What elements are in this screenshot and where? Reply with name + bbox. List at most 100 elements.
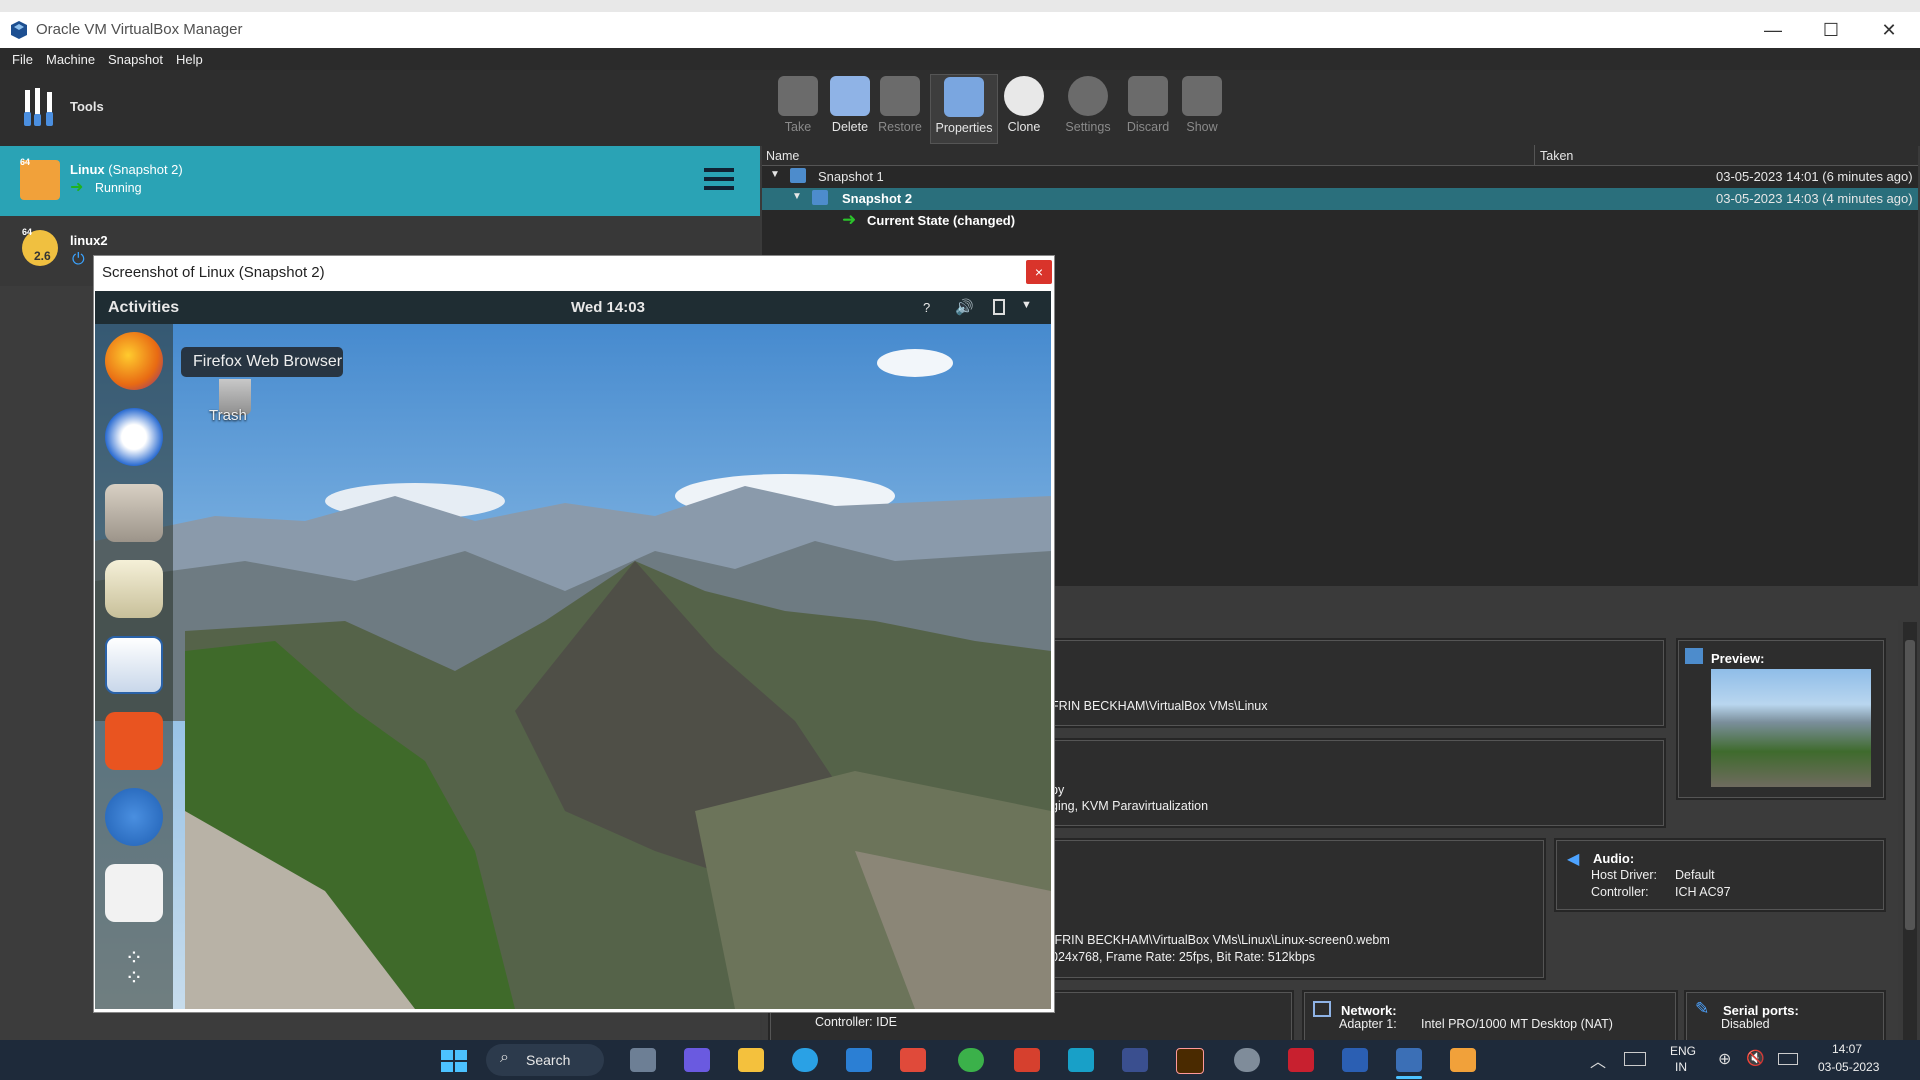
tools-item[interactable]: Tools — [0, 70, 760, 146]
discard-button[interactable]: Discard — [1120, 74, 1176, 142]
ubuntu-dock: ⁘ ⁘ — [95, 324, 173, 1009]
guest-volume-icon[interactable]: 🔊 — [955, 298, 974, 316]
dialog-title: Screenshot of Linux (Snapshot 2) — [102, 264, 325, 281]
app-icon[interactable] — [1014, 1048, 1040, 1072]
properties-button[interactable]: Properties — [930, 74, 998, 144]
arrow-down-icon — [1128, 76, 1168, 116]
guest-clock[interactable]: Wed 14:03 — [571, 299, 645, 316]
close-button[interactable]: ✕ — [1860, 12, 1918, 48]
settings-gear-icon[interactable] — [1234, 1048, 1260, 1072]
vm2-badge: 64 — [22, 227, 33, 237]
vm-taskbar-icon[interactable] — [1450, 1048, 1476, 1072]
collapse-icon[interactable]: ▼ — [792, 191, 802, 202]
column-name[interactable]: Name — [766, 149, 799, 163]
word-icon[interactable] — [1342, 1048, 1368, 1072]
show-button[interactable]: Show — [1174, 74, 1230, 142]
collapse-icon[interactable]: ▼ — [770, 169, 780, 180]
guest-help-icon[interactable]: ? — [923, 300, 930, 315]
teams-icon[interactable] — [684, 1048, 710, 1072]
snapshot-tree-header: Name Taken — [762, 145, 1918, 166]
recording-file: IFRIN BECKHAM\VirtualBox VMs\Linux\Linux… — [1051, 933, 1390, 947]
keyboard-icon[interactable] — [1624, 1052, 1646, 1066]
windows-start-icon[interactable] — [441, 1050, 467, 1072]
audio-host-label: Host Driver: — [1591, 868, 1657, 882]
details-scrollbar[interactable] — [1903, 622, 1917, 1040]
remote-desktop-icon[interactable] — [1068, 1048, 1094, 1072]
audio-host-value: Default — [1675, 868, 1715, 882]
software-center-icon[interactable] — [105, 712, 163, 770]
snapshot-row[interactable]: ▼ Snapshot 1 03-05-2023 14:01 (6 minutes… — [762, 166, 1918, 188]
vm-item-linux[interactable]: 64 Linux (Snapshot 2) ➜ Running — [0, 146, 760, 216]
maximize-button[interactable]: ☐ — [1802, 12, 1860, 48]
snapshot-taken: 03-05-2023 14:03 (4 minutes ago) — [1716, 191, 1913, 206]
rhythmbox-icon[interactable] — [105, 560, 163, 618]
system-box: py ging, KVM Paravirtualization — [1040, 740, 1664, 826]
snapshot-row-selected[interactable]: ▼ Snapshot 2 03-05-2023 14:03 (4 minutes… — [762, 188, 1918, 210]
store-icon[interactable] — [900, 1048, 926, 1072]
menu-machine[interactable]: Machine — [46, 52, 95, 67]
snapshot-taken: 03-05-2023 14:01 (6 minutes ago) — [1716, 169, 1913, 184]
files-icon[interactable] — [105, 484, 163, 542]
restore-button[interactable]: Restore — [872, 74, 928, 142]
window-title: Oracle VM VirtualBox Manager — [36, 21, 243, 38]
vm-snapshot-name: (Snapshot 2) — [108, 162, 183, 177]
vm-state: Running — [95, 181, 142, 195]
minimize-button[interactable]: — — [1744, 12, 1802, 48]
mcafee-icon[interactable] — [1288, 1048, 1314, 1072]
guest-menu-chevron-icon[interactable]: ▼ — [1021, 299, 1032, 311]
network-icon — [1313, 1001, 1331, 1017]
delete-button[interactable]: Delete — [822, 74, 878, 142]
tray-chevron-up-icon[interactable]: ︿ — [1590, 1048, 1606, 1072]
preview-box: Preview: — [1678, 640, 1884, 798]
muted-speaker-icon[interactable]: 🔇 — [1746, 1049, 1765, 1067]
language-code[interactable]: ENG — [1670, 1044, 1696, 1058]
gear-icon — [1068, 76, 1108, 116]
edge-icon[interactable] — [792, 1048, 818, 1072]
menu-file[interactable]: File — [12, 52, 33, 67]
virtualbox-taskbar-icon[interactable] — [1396, 1048, 1422, 1072]
trash-label[interactable]: Trash — [209, 407, 247, 424]
help-icon[interactable] — [105, 788, 163, 846]
taskbar-search[interactable]: ⌕ Search — [486, 1044, 604, 1076]
file-explorer-icon[interactable] — [738, 1048, 764, 1072]
taskbar-date[interactable]: 03-05-2023 — [1818, 1060, 1879, 1074]
firefox-icon[interactable] — [105, 332, 163, 390]
snapshot-icon — [790, 168, 806, 183]
restore-icon — [880, 76, 920, 116]
vm-menu-icon[interactable] — [704, 166, 734, 192]
column-taken[interactable]: Taken — [1540, 149, 1573, 163]
virtualbox-app-icon — [11, 21, 27, 39]
preview-title: Preview: — [1711, 651, 1765, 666]
vm2-name: linux2 — [70, 233, 108, 248]
dev-app-icon[interactable] — [1122, 1048, 1148, 1072]
menu-snapshot[interactable]: Snapshot — [108, 52, 163, 67]
mail-icon[interactable] — [846, 1048, 872, 1072]
general-box: FRIN BECKHAM\VirtualBox VMs\Linux — [1040, 640, 1664, 726]
amazon-icon[interactable] — [105, 864, 163, 922]
current-state-arrow-icon: ➜ — [842, 210, 857, 229]
current-state-row[interactable]: ➜ Current State (changed) — [762, 210, 1918, 232]
menu-help[interactable]: Help — [176, 52, 203, 67]
menu-bar: File Machine Snapshot Help — [0, 48, 1920, 70]
taskbar-time[interactable]: 14:07 — [1832, 1042, 1862, 1056]
battery-icon[interactable] — [1778, 1053, 1798, 1065]
settings-button[interactable]: Settings — [1060, 74, 1116, 142]
language-region[interactable]: IN — [1675, 1060, 1687, 1074]
chrome-icon[interactable] — [958, 1048, 984, 1072]
monitor-icon — [1685, 648, 1703, 664]
take-button[interactable]: Take — [770, 74, 826, 142]
search-label: Search — [526, 1052, 571, 1068]
thunderbird-icon[interactable] — [105, 408, 163, 466]
dialog-close-button[interactable]: × — [1026, 260, 1052, 284]
network-globe-icon[interactable]: ⊕ — [1718, 1049, 1731, 1069]
snapshot-name: Snapshot 2 — [842, 191, 913, 206]
guest-battery-icon[interactable] — [993, 299, 1005, 315]
illustrator-icon[interactable] — [1176, 1048, 1204, 1074]
activities-button[interactable]: Activities — [108, 299, 179, 317]
powered-off-icon: ⏻ — [72, 251, 85, 268]
show-applications-icon[interactable]: ⁘ ⁘ — [105, 947, 163, 1006]
clone-button[interactable]: Clone — [996, 74, 1052, 142]
task-view-icon[interactable] — [630, 1048, 656, 1072]
writer-icon[interactable] — [105, 636, 163, 694]
vm-badge: 64 — [20, 157, 31, 167]
